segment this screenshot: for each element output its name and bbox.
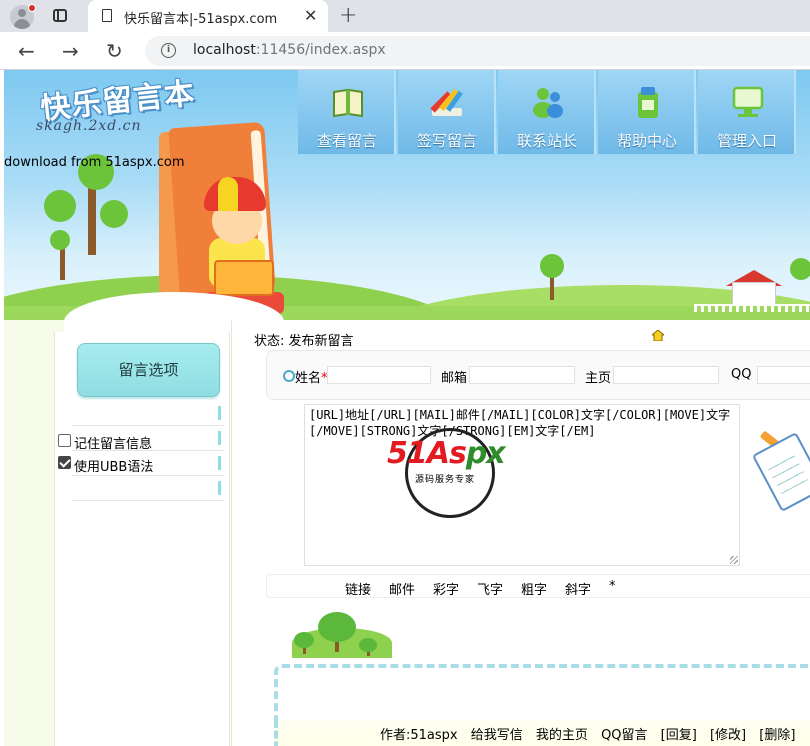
message-entry-actions: 作者:51aspx 给我写信 我的主页 QQ留言 [回复] [修改] [删除] [380,724,804,743]
ubb-color-button[interactable]: 彩字 [433,579,459,598]
reload-icon[interactable]: ↻ [106,39,123,63]
my-homepage-link[interactable]: 我的主页 [536,728,588,743]
fence-illustration [694,304,810,312]
nav-label: 签写留言 [416,132,477,150]
ubb-bold-button[interactable]: 粗字 [521,579,547,598]
reply-link[interactable]: [回复] [661,728,697,743]
email-label: 邮箱 [441,371,468,386]
nav-write-message[interactable]: 签写留言 [398,70,496,154]
edit-link[interactable]: [修改] [710,728,746,743]
option-row [72,477,224,501]
tab-title: 快乐留言本|-51aspx.com [124,12,278,27]
address-bar[interactable]: i localhost:11456/index.aspx [145,36,810,66]
write-me-link[interactable]: 给我写信 [471,728,523,743]
forward-icon[interactable]: → [62,39,79,63]
nav-label: 查看留言 [316,132,377,150]
download-note: download from 51aspx.com [4,155,185,170]
delete-link[interactable]: [删除] [759,728,795,743]
browser-tab-bar: 快乐留言本|-51aspx.com ✕ + [0,0,810,32]
contact-fields-row: 姓名* 邮箱 主页 QQ [266,350,810,400]
nav-help-center[interactable]: 帮助中心 [598,70,696,154]
option-row [72,402,224,426]
resize-handle[interactable] [730,556,738,564]
page: 快乐留言本 skagh.2xd.cn download from 51aspx.… [4,70,810,746]
close-tab-icon[interactable]: ✕ [304,6,317,25]
browser-toolbar: ← → ↻ i localhost:11456/index.aspx [0,32,810,70]
notification-dot [28,4,36,12]
open-book-illustration [214,260,274,296]
ubb-link-button[interactable]: 链接 [345,579,371,598]
message-text: [URL]地址[/URL][MAIL]邮件[/MAIL][COLOR]文字[/C… [309,408,731,438]
homepage-label: 主页 [585,371,612,386]
main-content: 状态: 发布新留言 姓名* 邮箱 主页 QQ [URL]地址[/URL][MAI… [231,320,810,746]
nav-contact-admin[interactable]: 联系站长 [498,70,596,154]
author-label: 作者:51aspx [380,728,458,743]
status-text: 状态: 发布新留言 [254,334,354,349]
site-info-icon[interactable]: i [161,43,176,58]
browser-tab[interactable]: 快乐留言本|-51aspx.com ✕ [88,0,328,32]
ubb-required-mark: * [609,579,616,594]
message-options-button[interactable]: 留言选项 [77,343,220,397]
new-tab-icon[interactable]: + [339,3,357,28]
name-label: 姓名* [295,371,328,386]
pencil-icon [430,88,463,116]
watermark-subtitle: 源码服务专家 [413,472,478,485]
name-input[interactable] [327,366,431,384]
house-illustration [732,282,776,306]
nav-label: 联系站长 [516,132,577,150]
use-ubb-checkbox[interactable] [58,456,71,469]
remember-message-label: 记住留言信息 [74,437,153,452]
qq-input[interactable] [757,366,810,384]
homepage-input[interactable] [613,366,719,384]
site-header: 快乐留言本 skagh.2xd.cn download from 51aspx.… [4,70,810,320]
help-icon [638,87,658,118]
nav-label: 管理入口 [716,132,777,150]
nav-view-messages[interactable]: 查看留言 [298,70,396,154]
admin-icon [732,86,764,117]
tab-actions-icon[interactable] [53,9,67,22]
site-logo-subtitle: skagh.2xd.cn [36,118,142,134]
name-radio-icon [283,370,295,382]
remember-message-checkbox[interactable] [58,434,71,447]
nav-admin-entry[interactable]: 管理入口 [698,70,796,154]
book-icon [333,88,363,118]
ubb-italic-button[interactable]: 斜字 [565,579,591,598]
ubb-move-button[interactable]: 飞字 [477,579,503,598]
url-text[interactable]: localhost:11456/index.aspx [193,42,386,58]
ubb-toolbar: 链接 邮件 彩字 飞字 粗字 斜字 * [266,574,810,598]
nav-label: 帮助中心 [616,132,677,150]
notebook-illustration [751,432,810,512]
back-icon[interactable]: ← [18,39,35,63]
qq-message-link[interactable]: QQ留言 [601,728,647,743]
qq-label: QQ [731,367,752,382]
email-input[interactable] [469,366,575,384]
page-icon [102,9,112,22]
use-ubb-label: 使用UBB语法 [74,460,154,475]
contacts-icon [533,88,563,118]
home-icon[interactable] [652,330,664,341]
message-textarea[interactable]: [URL]地址[/URL][MAIL]邮件[/MAIL][COLOR]文字[/C… [304,404,740,566]
ubb-mail-button[interactable]: 邮件 [389,579,415,598]
watermark-logo: 51Aspx 源码服务专家 [387,428,517,518]
